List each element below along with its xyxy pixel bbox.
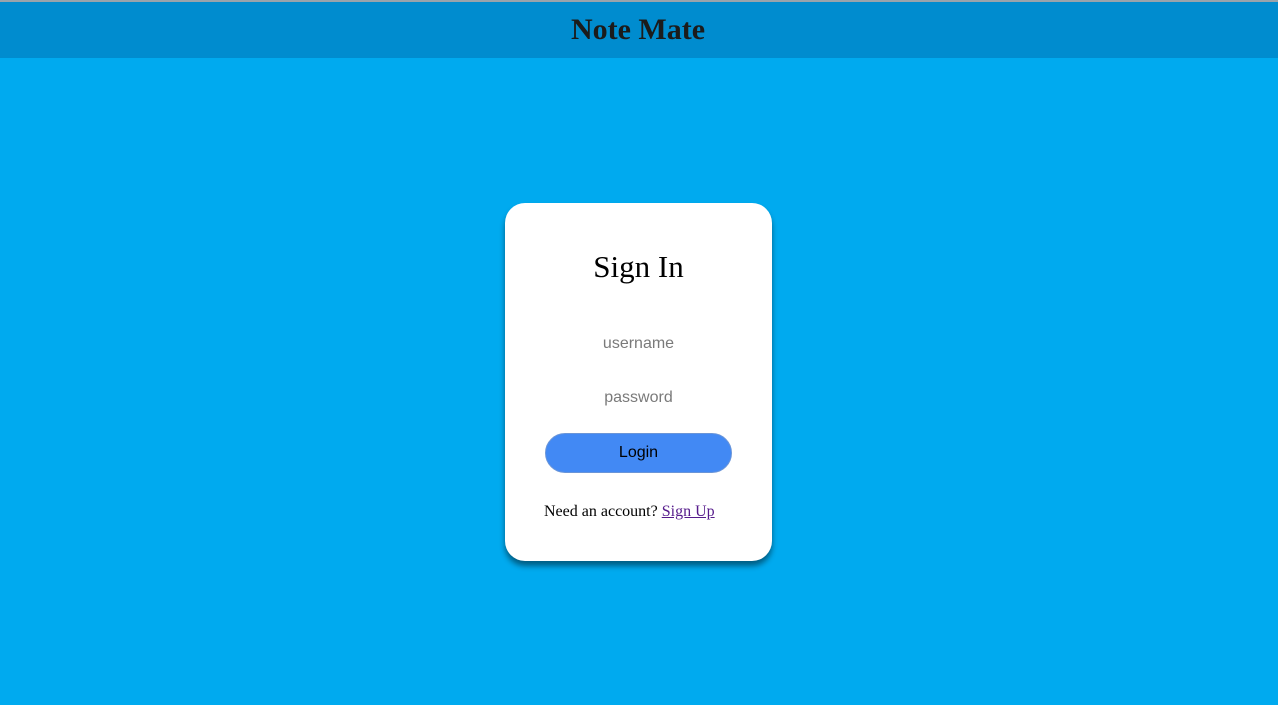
signin-card: Sign In Login Need an account? Sign Up <box>505 203 772 561</box>
app-title: Note Mate <box>570 13 706 46</box>
login-button[interactable]: Login <box>545 433 732 473</box>
signin-title: Sign In <box>593 249 684 284</box>
username-input[interactable] <box>545 329 732 359</box>
app-header: Note Mate <box>0 2 1278 58</box>
password-input[interactable] <box>545 383 732 413</box>
signup-link[interactable]: Sign Up <box>662 503 715 520</box>
signup-prompt: Need an account? Sign Up <box>544 503 715 521</box>
signup-prompt-text: Need an account? <box>544 503 658 520</box>
